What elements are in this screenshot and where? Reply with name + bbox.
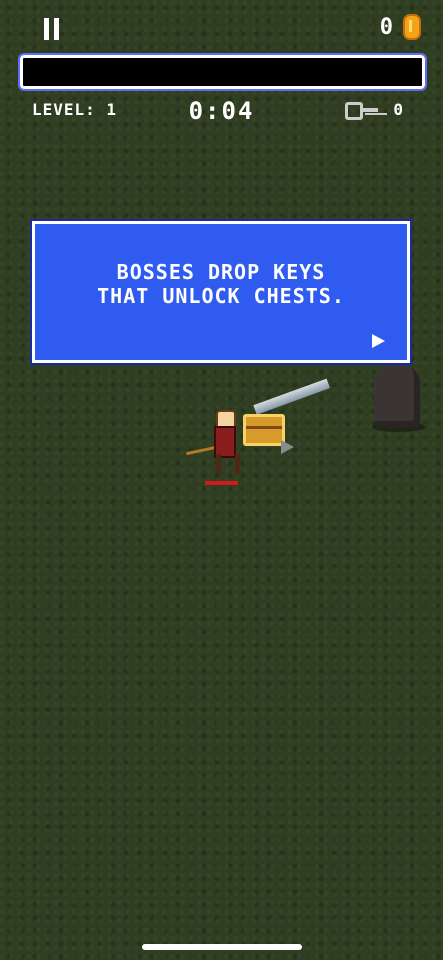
player-legs xyxy=(216,454,240,474)
player-character xyxy=(186,410,240,476)
experience-bar xyxy=(18,53,427,91)
dialog-line-2: THAT UNLOCK CHESTS. xyxy=(97,284,345,308)
tutorial-dialog[interactable]: BOSSES DROP KEYS THAT UNLOCK CHESTS. xyxy=(32,221,410,363)
sword-projectile xyxy=(253,378,331,415)
home-indicator[interactable] xyxy=(142,944,302,950)
dialog-text: BOSSES DROP KEYS THAT UNLOCK CHESTS. xyxy=(35,260,407,308)
dialog-line-1: BOSSES DROP KEYS xyxy=(116,260,326,284)
aim-direction-icon xyxy=(281,440,294,454)
coin-counter: 0 xyxy=(380,14,421,40)
player-health-bar xyxy=(205,481,238,485)
treasure-chest xyxy=(243,414,285,446)
coin-count: 0 xyxy=(379,14,393,40)
key-count: 0 xyxy=(393,100,403,119)
key-counter: 0 xyxy=(345,100,403,120)
pause-button[interactable] xyxy=(42,18,62,42)
next-arrow-icon[interactable] xyxy=(372,334,385,348)
pause-icon xyxy=(44,18,49,40)
coin-icon xyxy=(403,14,421,40)
key-icon xyxy=(345,101,379,120)
tombstone xyxy=(374,365,420,427)
